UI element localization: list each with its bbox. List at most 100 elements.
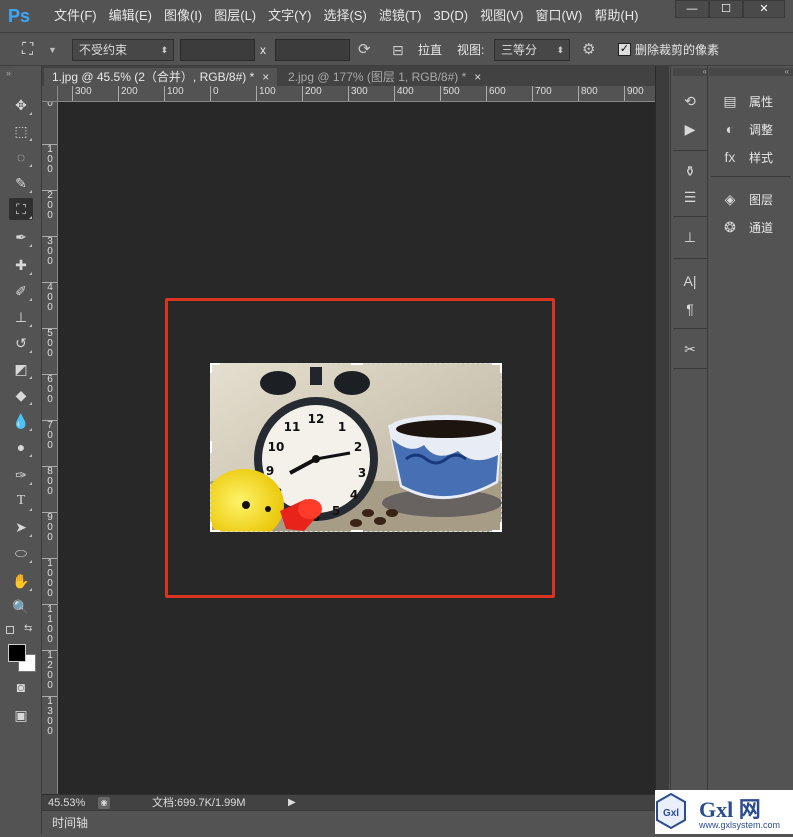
- character-icon[interactable]: A|: [678, 270, 702, 292]
- marquee-tool-icon[interactable]: ⬚: [9, 120, 33, 142]
- panel-label: 通道: [749, 220, 774, 235]
- straighten-icon[interactable]: ⊟: [392, 39, 414, 61]
- layers-icon: ◈: [724, 190, 736, 207]
- screen-mode-icon[interactable]: ▣: [9, 704, 33, 726]
- menu-item[interactable]: 视图(V): [474, 0, 529, 32]
- menu-item[interactable]: 窗口(W): [529, 0, 588, 32]
- menu-item[interactable]: 3D(D): [427, 0, 474, 32]
- ruler-tick-label: 900: [624, 86, 644, 101]
- view-label: 视图:: [457, 43, 485, 57]
- tab-document-1[interactable]: 1.jpg @ 45.5% (2（合并）, RGB/8#) * ×: [44, 68, 278, 86]
- ratio-dropdown-value: 不受约束: [79, 43, 128, 57]
- menu-item[interactable]: 编辑(E): [103, 0, 158, 32]
- swap-icon[interactable]: ⟳: [358, 39, 378, 61]
- foreground-color-swatch[interactable]: [8, 644, 26, 662]
- brush-tool-icon[interactable]: ✐: [9, 280, 33, 302]
- panel-label: 样式: [749, 150, 774, 165]
- doc-options-icon[interactable]: ◉: [98, 797, 110, 809]
- path-select-tool-icon[interactable]: ➤: [9, 516, 33, 538]
- shape-tool-icon[interactable]: ⬭: [9, 542, 33, 564]
- panel-styles[interactable]: fx 样式: [709, 144, 793, 170]
- panel-label: 图层: [749, 192, 774, 207]
- history-brush-tool-icon[interactable]: ↺: [9, 332, 33, 354]
- crop-tool-preset-icon[interactable]: ⛶: [22, 39, 44, 61]
- minimize-button[interactable]: —: [675, 0, 709, 18]
- options-bar: ⛶ ▼ 不受约束 ⬍ x ⟳ ⊟ 拉直 视图: 三等分 ⬍ ⚙ ✓ 删除裁剪的像…: [0, 32, 793, 66]
- zoom-level[interactable]: 45.53%: [48, 795, 85, 811]
- menu-item[interactable]: 选择(S): [317, 0, 372, 32]
- healing-brush-tool-icon[interactable]: ✚: [9, 254, 33, 276]
- swap-colors-icon[interactable]: ⇆: [24, 623, 32, 634]
- ruler-tick-label: 1 1 0 0: [42, 604, 57, 645]
- blur-tool-icon[interactable]: 💧: [9, 410, 33, 432]
- crop-width-input[interactable]: [180, 39, 255, 61]
- preset-chevron-down-icon[interactable]: ▼: [48, 39, 60, 61]
- ruler-tick-label: 400: [394, 86, 414, 101]
- tools-panel: » ✥ ⬚ ◌ ✎ ⛶ ✒ ✚ ✐ ⊥ ↺ ◩ ◆ 💧 ● ✑ T ➤ ⬭ ✋ …: [0, 66, 42, 834]
- brush-settings-icon[interactable]: ☰: [678, 186, 702, 208]
- menu-item[interactable]: 图像(I): [158, 0, 208, 32]
- panel-channels[interactable]: ❂ 通道: [709, 214, 793, 240]
- menu-items: 文件(F) 编辑(E) 图像(I) 图层(L) 文字(Y) 选择(S) 滤镜(T) 3D(D)…: [48, 0, 644, 32]
- ruler-tick-label: 100: [164, 86, 184, 101]
- ruler-tick-label: 1 0 0 0: [42, 558, 57, 599]
- actions-play-icon[interactable]: ▶: [678, 118, 702, 140]
- close-button[interactable]: ✕: [743, 0, 785, 18]
- vertical-scrollbar[interactable]: [655, 66, 669, 794]
- ruler-tick-label: 200: [118, 86, 138, 101]
- ruler-tick-label: 2 0 0: [42, 190, 57, 221]
- eyedropper-tool-icon[interactable]: ✒: [9, 226, 33, 248]
- collapse-icon[interactable]: «: [673, 68, 707, 76]
- ruler-tick-label: 800: [578, 86, 598, 101]
- view-dropdown[interactable]: 三等分 ⬍: [494, 39, 570, 61]
- panel-properties[interactable]: ▤ 属性: [709, 88, 793, 114]
- eraser-tool-icon[interactable]: ◩: [9, 358, 33, 380]
- collapse-icon[interactable]: «: [709, 68, 793, 76]
- menu-item[interactable]: 文字(Y): [262, 0, 317, 32]
- tab-document-2[interactable]: 2.jpg @ 177% (图层 1, RGB/8#) * ×: [280, 68, 489, 86]
- watermark-url: www.gxlsystem.com: [699, 820, 781, 830]
- hand-tool-icon[interactable]: ✋: [9, 570, 33, 592]
- quick-select-tool-icon[interactable]: ✎: [9, 172, 33, 194]
- menu-item[interactable]: 图层(L): [208, 0, 262, 32]
- zoom-tool-icon[interactable]: 🔍: [9, 596, 33, 618]
- tab-close-icon[interactable]: ×: [262, 70, 269, 84]
- dodge-tool-icon[interactable]: ●: [9, 436, 33, 458]
- menu-item[interactable]: 帮助(H): [588, 0, 644, 32]
- ruler-origin[interactable]: [42, 86, 58, 102]
- stamp-tool-icon[interactable]: ⊥: [9, 306, 33, 328]
- panels-dock: « ▤ 属性 ◐ 调整 fx 样式 ◈ 图层 ❂ 通道: [709, 66, 793, 834]
- tab-close-icon[interactable]: ×: [474, 70, 481, 84]
- paragraph-icon[interactable]: ¶: [678, 298, 702, 320]
- highlight-annotation-box: [165, 298, 555, 598]
- status-menu-arrow-icon[interactable]: ▶: [288, 795, 296, 811]
- history-icon[interactable]: ⟲: [678, 90, 702, 112]
- paint-bucket-tool-icon[interactable]: ◆: [9, 384, 33, 406]
- maximize-button[interactable]: ☐: [709, 0, 743, 18]
- ruler-tick-label: 700: [532, 86, 552, 101]
- straighten-label[interactable]: 拉直: [418, 39, 442, 61]
- brush-presets-icon[interactable]: ⚱: [678, 160, 702, 182]
- pen-tool-icon[interactable]: ✑: [9, 464, 33, 486]
- panel-label: 属性: [749, 94, 774, 109]
- gear-icon[interactable]: ⚙: [582, 39, 604, 61]
- lasso-tool-icon[interactable]: ◌: [9, 146, 33, 168]
- move-tool-icon[interactable]: ✥: [9, 94, 33, 116]
- crop-height-input[interactable]: [275, 39, 350, 61]
- tool-presets-icon[interactable]: ✂: [678, 338, 702, 360]
- default-colors-icon[interactable]: [6, 626, 14, 634]
- delete-cropped-checkbox[interactable]: ✓: [618, 43, 631, 56]
- timeline-label[interactable]: 时间轴: [52, 815, 88, 831]
- ruler-tick-label: 5 0 0: [42, 328, 57, 359]
- clone-source-icon[interactable]: ⊥: [678, 226, 702, 248]
- menu-item[interactable]: 文件(F): [48, 0, 103, 32]
- ratio-dropdown[interactable]: 不受约束 ⬍: [72, 39, 174, 61]
- crop-tool-icon[interactable]: ⛶: [9, 198, 33, 220]
- panel-adjustments[interactable]: ◐ 调整: [709, 116, 793, 142]
- panel-label: 调整: [749, 122, 774, 137]
- type-tool-icon[interactable]: T: [9, 490, 33, 512]
- collapse-icon[interactable]: »: [6, 68, 11, 78]
- quick-mask-icon[interactable]: ◙: [9, 676, 33, 698]
- menu-item[interactable]: 滤镜(T): [373, 0, 428, 32]
- panel-layers[interactable]: ◈ 图层: [709, 186, 793, 212]
